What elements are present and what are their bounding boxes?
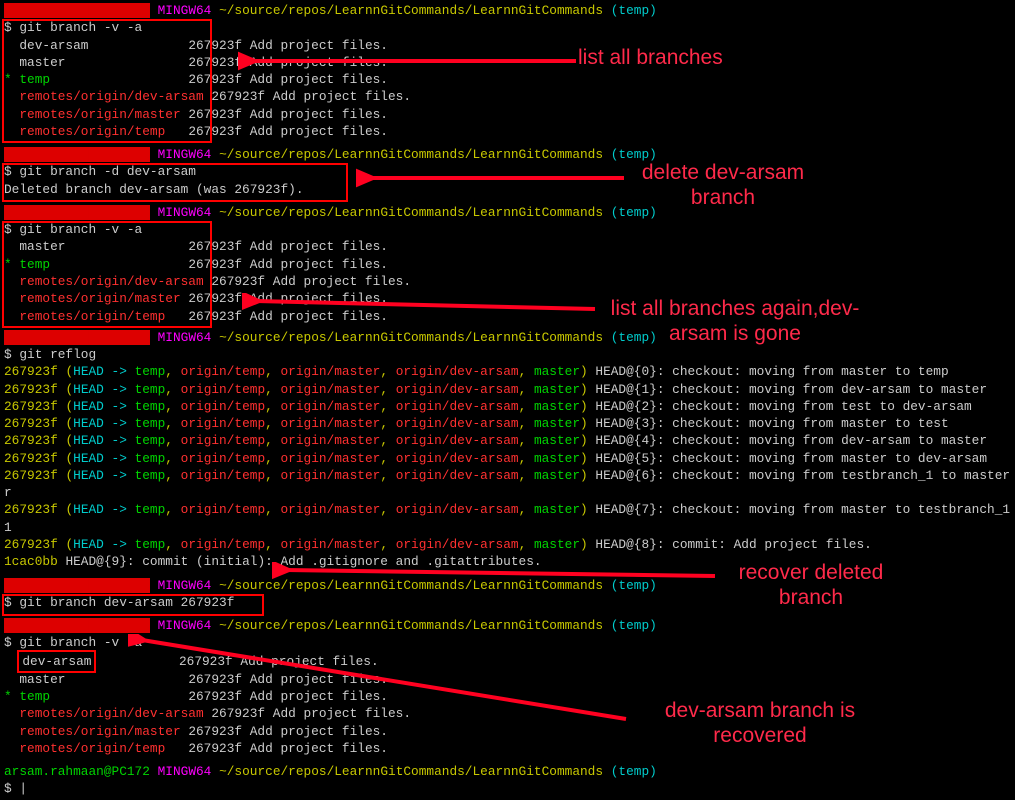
prompt-branch: (temp) [611, 3, 657, 18]
arrow-icon [242, 293, 597, 313]
prompt-host: MINGW64 [158, 330, 212, 345]
annotation-list-again: list all branches again,dev-arsam is gon… [590, 296, 880, 346]
prompt-host: MINGW64 [158, 618, 212, 633]
prompt-host: MINGW64 [158, 764, 212, 779]
annotation-recovered: dev-arsam branch is recovered [630, 698, 890, 748]
annotation-delete-branch: delete dev-arsam branch [623, 160, 823, 210]
prompt-path: ~/source/repos/LearnnGitCommands/LearnnG… [219, 618, 603, 633]
prompt-path: ~/source/repos/LearnnGitCommands/LearnnG… [219, 764, 603, 779]
prompt-user-redacted: ███████████████████ [4, 147, 150, 162]
prompt-user-redacted: ███████████████████ [4, 330, 150, 345]
prompt-user: arsam.rahmaan@PC172 [4, 764, 150, 779]
branch-list: $ git branch -v -a dev-arsam 267923f Add… [4, 19, 1015, 140]
prompt-host: MINGW64 [158, 578, 212, 593]
arrow-icon [128, 634, 628, 724]
prompt-path: ~/source/repos/LearnnGitCommands/LearnnG… [219, 205, 603, 220]
prompt-user-redacted: ███████████████████ [4, 205, 150, 220]
prompt-branch: (temp) [611, 618, 657, 633]
prompt-user-redacted: ███████████████████ [4, 618, 150, 633]
cursor-line[interactable]: $ | [4, 780, 1015, 797]
prompt-user-redacted: ███████████████████ [4, 3, 150, 18]
prompt-path: ~/source/repos/LearnnGitCommands/LearnnG… [219, 147, 603, 162]
arrow-icon [356, 168, 626, 188]
prompt-branch: (temp) [611, 764, 657, 779]
prompt-path: ~/source/repos/LearnnGitCommands/LearnnG… [219, 3, 603, 18]
arrow-icon [272, 562, 717, 582]
prompt-host: MINGW64 [158, 147, 212, 162]
prompt-user-redacted: ███████████████████ [4, 578, 150, 593]
prompt-path: ~/source/repos/LearnnGitCommands/LearnnG… [219, 330, 603, 345]
prompt-host: MINGW64 [158, 205, 212, 220]
prompt-host: MINGW64 [158, 3, 212, 18]
annotation-list-branches: list all branches [578, 45, 723, 70]
annotation-recover: recover deleted branch [716, 560, 906, 610]
reflog-output: $ git reflog 267923f (HEAD -> temp, orig… [4, 346, 1015, 570]
arrow-icon [238, 51, 578, 71]
